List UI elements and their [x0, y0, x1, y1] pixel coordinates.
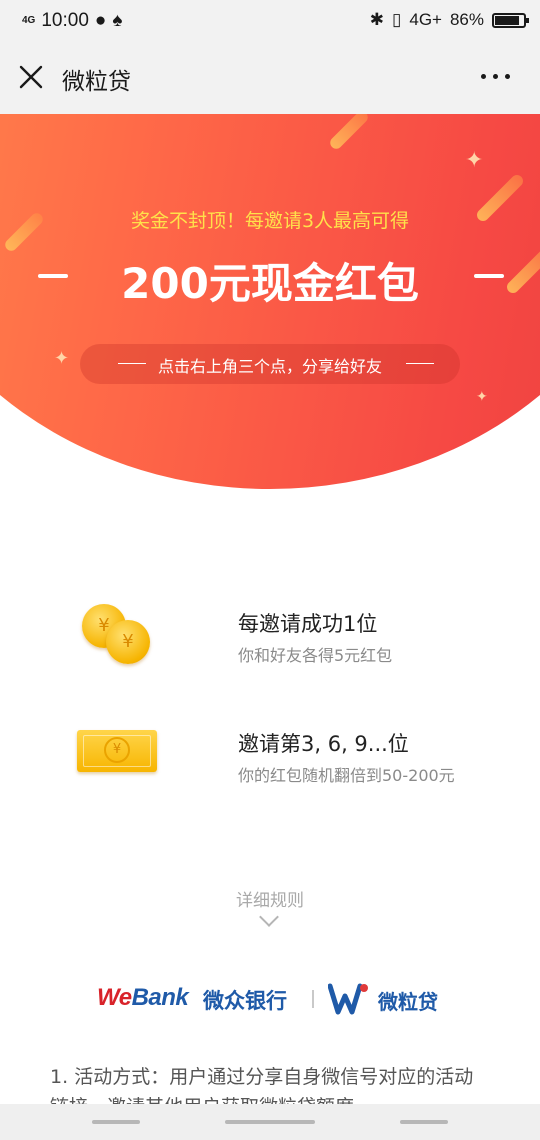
feature-title: 邀请第3, 6, 9...位 [238, 732, 409, 756]
sparkle-icon: ✦ [54, 348, 70, 369]
status-left: 4G 10:00 ● ♠ [22, 10, 122, 32]
more-dot [481, 74, 486, 79]
network-right-indicator: 4G+ [409, 10, 442, 29]
cash-bill-icon: ¥ [77, 730, 157, 772]
bill-yen: ¥ [104, 737, 130, 763]
share-hint-pill: 点击右上角三个点，分享给好友 [80, 344, 460, 384]
moon-icon: ● [94, 10, 107, 31]
status-bar: 4G 10:00 ● ♠ ✱ ▯ 4G+ 86% [0, 0, 540, 42]
feature-title: 每邀请成功1位 [238, 612, 378, 636]
more-dot [493, 74, 498, 79]
recent-handle[interactable] [400, 1120, 448, 1124]
webank-logo: WeBank [97, 984, 189, 1011]
pill-line [406, 363, 434, 364]
back-handle[interactable] [92, 1120, 140, 1124]
banner-tagline: 奖金不封顶！每邀请3人最高可得 [130, 210, 410, 232]
banner-headline: 200元现金红包 [121, 259, 419, 308]
share-hint-text: 点击右上角三个点，分享给好友 [157, 357, 382, 376]
rule-number: 1. [50, 1066, 69, 1088]
page-title: 微粒贷 [62, 69, 131, 95]
qq-icon: ♠ [112, 10, 123, 31]
weilidai-name: 微粒贷 [378, 990, 438, 1014]
battery-icon [492, 12, 529, 28]
vibrate-icon: ▯ [392, 10, 402, 29]
more-icon[interactable] [481, 74, 510, 79]
promo-banner: ✦ ✦ ✦ 奖金不封顶！每邀请3人最高可得 200元现金红包 点击右上角三个点，… [0, 114, 540, 494]
nav-bar: 微粒贷 [0, 42, 540, 114]
home-handle[interactable] [225, 1120, 315, 1124]
weilidai-logo-icon [328, 983, 368, 1015]
status-right: ✱ ▯ 4G+ 86% [369, 10, 529, 30]
headline-row: 200元现金红包 [0, 250, 540, 308]
close-icon[interactable] [18, 64, 44, 90]
feature-desc: 你和好友各得5元红包 [238, 646, 393, 665]
status-time: 10:00 [41, 10, 89, 31]
battery-fill [495, 15, 520, 25]
bottom-nav-bar [0, 1104, 540, 1140]
brand-divider [312, 990, 314, 1008]
feature-desc: 你的红包随机翻倍到50-200元 [238, 766, 455, 785]
brand-row: WeBank 微众银行 微粒贷 [0, 980, 540, 1020]
battery-percent: 86% [449, 10, 484, 29]
more-dot [505, 74, 510, 79]
webank-name: 微众银行 [203, 989, 287, 1013]
sparkle-icon: ✦ [476, 389, 488, 405]
coins-icon: ¥ [106, 620, 150, 664]
sparkle-icon: ✦ [465, 148, 484, 173]
headline-dash [474, 274, 504, 278]
network-indicator: 4G [22, 15, 36, 26]
bluetooth-icon: ✱ [369, 10, 384, 29]
